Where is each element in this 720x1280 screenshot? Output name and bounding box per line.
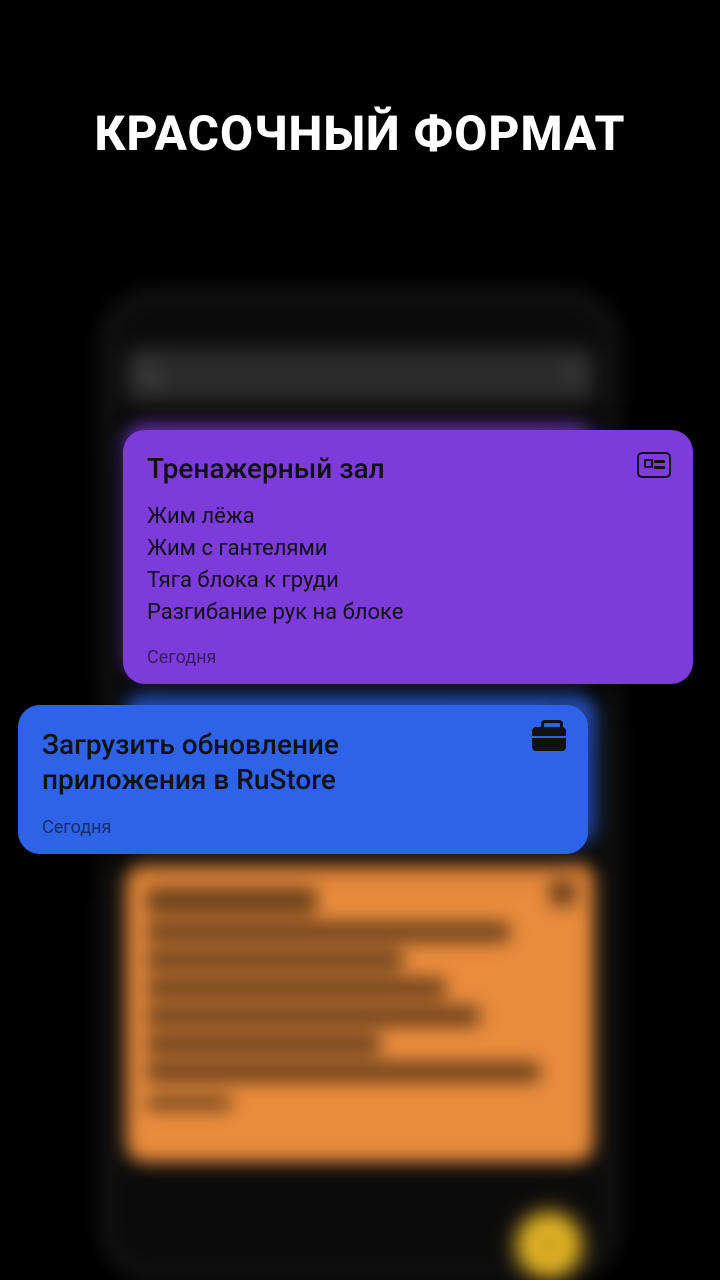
note-title: Загрузить обновление приложения в RuStor… [42,727,460,797]
note-line: Жим с гантелями [147,533,669,565]
add-note-button[interactable] [516,1212,582,1278]
blurred-card-orange [126,862,594,1162]
note-title: Тренажерный зал [147,452,669,485]
search-bar[interactable] [126,348,594,402]
note-date: Сегодня [42,817,564,838]
briefcase-icon [532,727,566,751]
note-body: Жим лёжа Жим с гантелями Тяга блока к гр… [147,501,669,629]
note-date: Сегодня [147,647,669,668]
search-icon [140,366,158,384]
note-card-upload[interactable]: Загрузить обновление приложения в RuStor… [18,705,588,854]
note-line: Тяга блока к груди [147,565,669,597]
note-line: Жим лёжа [147,501,669,533]
note-card-gym[interactable]: Тренажерный зал Жим лёжа Жим с гантелями… [123,430,693,684]
gear-icon [550,880,576,906]
promo-headline: КРАСОЧНЫЙ ФОРМАТ [0,105,720,162]
note-line: Разгибание рук на блоке [147,597,669,629]
list-icon [637,452,671,478]
filter-dropdown-icon [564,370,580,380]
